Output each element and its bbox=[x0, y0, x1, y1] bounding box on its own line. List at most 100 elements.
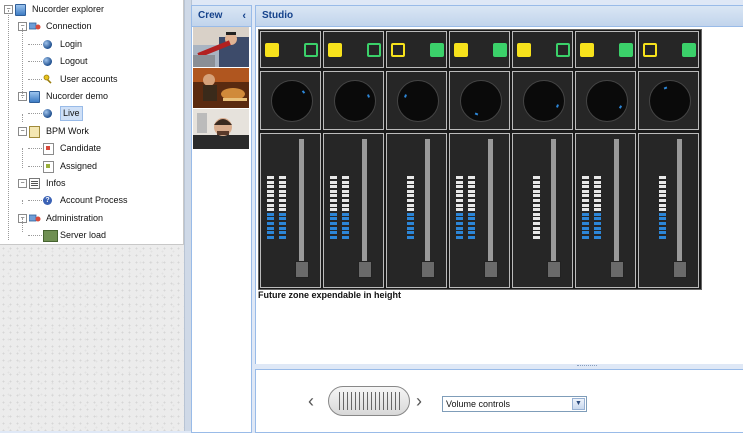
pan-knob[interactable] bbox=[334, 80, 376, 122]
wheel-ridge bbox=[347, 392, 348, 410]
meter-segment bbox=[279, 212, 286, 216]
crew-member-photo-2[interactable] bbox=[193, 68, 249, 109]
tree-item-label: BPM Work bbox=[46, 125, 89, 136]
tree-item-nucorder-explorer[interactable]: − Nucorder explorer bbox=[0, 1, 183, 18]
meter-segment bbox=[456, 203, 463, 207]
explorer-tree: − Nucorder explorer − Connection Login Logout… bbox=[0, 0, 184, 245]
meter-segment bbox=[456, 226, 463, 230]
tree-item-assigned[interactable]: Assigned bbox=[0, 158, 183, 175]
mute-button[interactable] bbox=[619, 43, 633, 57]
tree-item-bpm-work[interactable]: − BPM Work bbox=[0, 123, 183, 140]
crew-member-photo-1[interactable] bbox=[193, 27, 249, 68]
help-icon: ? bbox=[43, 196, 52, 206]
fader-handle[interactable] bbox=[610, 260, 624, 278]
knob-indicator bbox=[367, 94, 371, 98]
meter-segment bbox=[279, 208, 286, 212]
mute-button[interactable] bbox=[367, 43, 381, 57]
tree-item-server-load[interactable]: Server load bbox=[0, 227, 183, 244]
meter-segment bbox=[582, 235, 589, 239]
tree-item-label: Login bbox=[60, 38, 83, 49]
fader-handle[interactable] bbox=[484, 260, 498, 278]
collapse-toggle-icon[interactable]: − bbox=[18, 179, 27, 188]
solo-button[interactable] bbox=[580, 43, 594, 57]
fader-track bbox=[551, 139, 556, 271]
mute-button[interactable] bbox=[304, 43, 318, 57]
mute-button[interactable] bbox=[556, 43, 570, 57]
level-meter bbox=[342, 176, 349, 240]
jog-wheel[interactable] bbox=[328, 386, 410, 416]
wheel-ridge bbox=[339, 392, 340, 410]
wheel-ridge bbox=[363, 392, 364, 410]
fader-handle[interactable] bbox=[673, 260, 687, 278]
tree-item-label: User accounts bbox=[60, 73, 118, 84]
mute-button[interactable] bbox=[430, 43, 444, 57]
pan-knob[interactable] bbox=[649, 80, 691, 122]
fader-handle[interactable] bbox=[547, 260, 561, 278]
document-icon bbox=[43, 160, 54, 173]
tree-item-infos[interactable]: − Infos bbox=[0, 175, 183, 192]
meter-segment bbox=[533, 185, 540, 189]
tree-connector bbox=[22, 218, 23, 232]
pan-knob[interactable] bbox=[523, 80, 565, 122]
knob-indicator bbox=[556, 104, 560, 108]
previous-arrow-icon[interactable]: ‹ bbox=[308, 392, 314, 410]
tree-item-label: Infos bbox=[46, 178, 66, 188]
horizontal-splitter[interactable] bbox=[255, 364, 743, 368]
meter-segment bbox=[659, 176, 666, 179]
meter-segment bbox=[468, 231, 475, 235]
meter-segment bbox=[407, 194, 414, 198]
meter-segment bbox=[582, 185, 589, 189]
next-arrow-icon[interactable]: › bbox=[416, 392, 422, 410]
solo-button[interactable] bbox=[517, 43, 531, 57]
solo-button[interactable] bbox=[265, 43, 279, 57]
fader-handle[interactable] bbox=[358, 260, 372, 278]
wheel-ridge bbox=[351, 392, 352, 410]
meter-segment bbox=[342, 203, 349, 207]
pan-knob[interactable] bbox=[586, 80, 628, 122]
meter-segment bbox=[533, 180, 540, 184]
meter-segment bbox=[468, 203, 475, 207]
meter-segment bbox=[407, 199, 414, 202]
tree-item-nucorder-demo[interactable]: − Nucorder demo bbox=[0, 88, 183, 105]
collapse-icon[interactable]: ‹ bbox=[242, 6, 246, 26]
mute-button[interactable] bbox=[682, 43, 696, 57]
tree-item-connection[interactable]: − Connection bbox=[0, 18, 183, 35]
meter-segment bbox=[582, 217, 589, 221]
crew-member-photo-3[interactable] bbox=[193, 109, 249, 150]
meter-segment bbox=[279, 222, 286, 225]
fader-handle[interactable] bbox=[295, 260, 309, 278]
control-panel: ‹ › Volume controls ▼ bbox=[255, 369, 743, 433]
future-zone-label: Future zone expendable in height bbox=[258, 290, 402, 300]
tree-item-administration[interactable]: − Administration bbox=[0, 210, 183, 227]
meter-segment bbox=[407, 217, 414, 221]
collapse-toggle-icon[interactable]: − bbox=[18, 126, 27, 136]
crew-panel: Crew ‹ bbox=[191, 5, 252, 433]
meter-segment bbox=[330, 212, 337, 216]
pan-knob[interactable] bbox=[397, 80, 439, 122]
studio-header: Studio bbox=[256, 6, 743, 27]
solo-button[interactable] bbox=[391, 43, 405, 57]
tree-item-logout[interactable]: Logout bbox=[0, 53, 183, 70]
solo-button[interactable] bbox=[643, 43, 657, 57]
channel-knob-cell bbox=[449, 71, 510, 130]
tree-item-account-process[interactable]: ? Account Process bbox=[0, 192, 183, 209]
solo-button[interactable] bbox=[454, 43, 468, 57]
network-icon bbox=[28, 21, 41, 32]
book-icon bbox=[29, 91, 40, 103]
fader-track bbox=[488, 139, 493, 271]
meter-segment bbox=[594, 235, 601, 239]
tree-item-live[interactable]: Live bbox=[0, 105, 183, 122]
tree-item-candidate[interactable]: Candidate bbox=[0, 140, 183, 157]
tree-item-login[interactable]: Login bbox=[0, 36, 183, 53]
solo-button[interactable] bbox=[328, 43, 342, 57]
fader-handle[interactable] bbox=[421, 260, 435, 278]
chevron-down-icon[interactable]: ▼ bbox=[572, 398, 585, 410]
pan-knob[interactable] bbox=[271, 80, 313, 122]
tree-item-label: Administration bbox=[46, 212, 104, 223]
pan-knob[interactable] bbox=[460, 80, 502, 122]
mute-button[interactable] bbox=[493, 43, 507, 57]
meter-segment bbox=[468, 185, 475, 189]
tree-item-user-accounts[interactable]: User accounts bbox=[0, 71, 183, 88]
mode-select[interactable]: Volume controls ▼ bbox=[442, 396, 587, 412]
channel-status-cell bbox=[638, 31, 699, 68]
